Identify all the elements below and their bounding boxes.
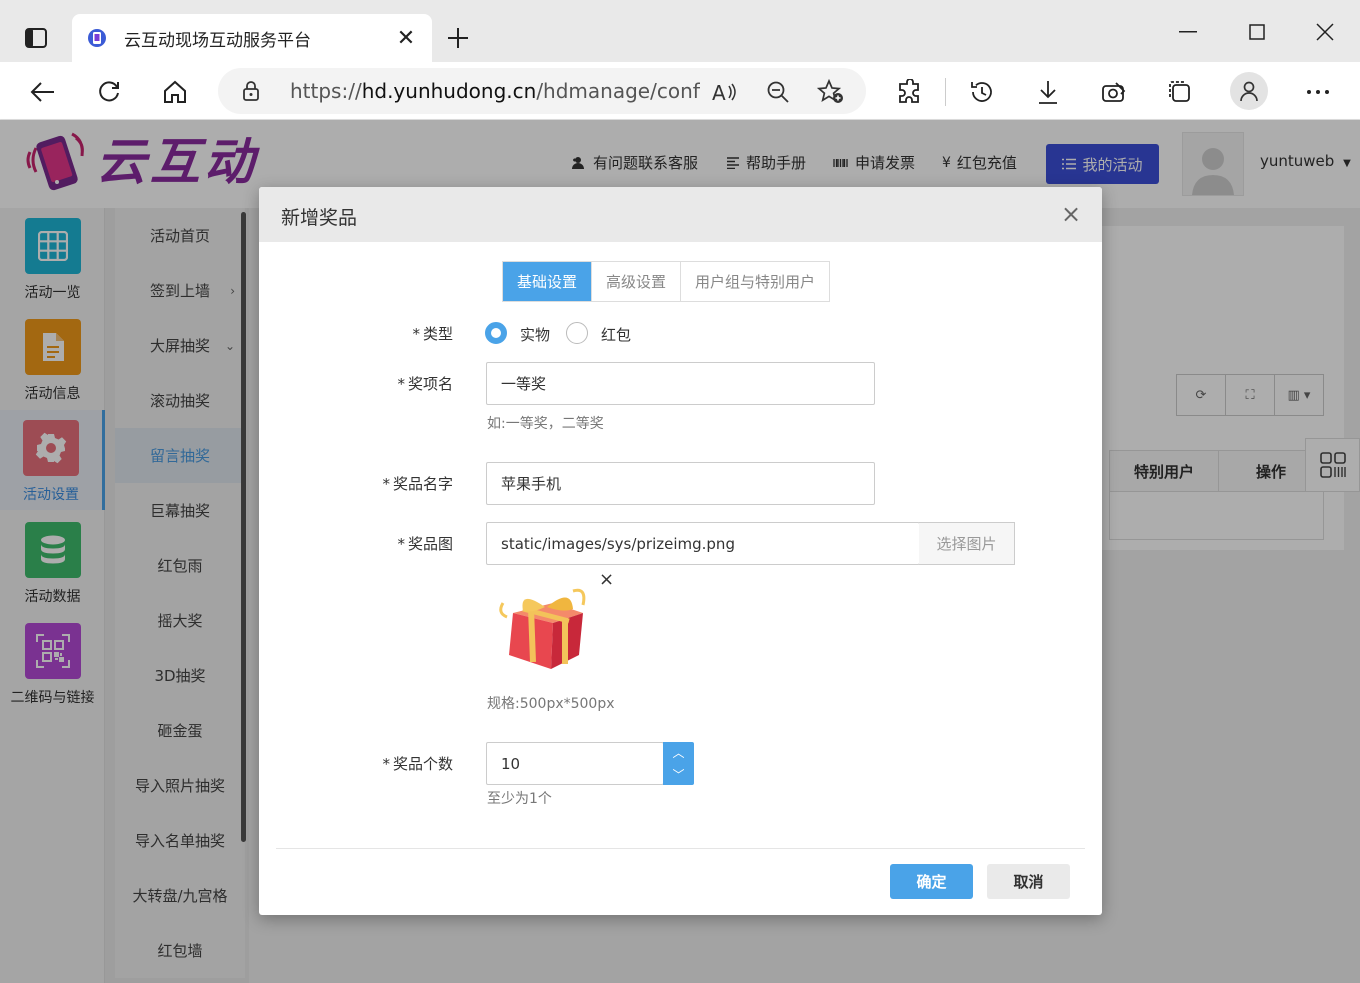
dialog-divider: [276, 848, 1085, 849]
prize-name-value: 苹果手机: [501, 475, 562, 493]
screenshot-icon[interactable]: [1094, 72, 1134, 112]
remove-image-icon[interactable]: ×: [599, 569, 614, 590]
dialog-header: 新增奖品 ×: [259, 187, 1102, 242]
dialog-tabs: 基础设置 高级设置 用户组与特别用户: [502, 261, 831, 302]
award-name-input[interactable]: 一等奖: [486, 362, 875, 405]
prize-count-value: 10: [501, 754, 521, 773]
favorite-add-icon[interactable]: [816, 77, 846, 107]
tab-close-icon[interactable]: ✕: [394, 26, 418, 51]
zoom-out-icon[interactable]: [763, 77, 793, 107]
prize-image-label-text: 奖品图: [407, 535, 453, 553]
tab-actions-icon[interactable]: [18, 20, 54, 56]
gift-image: [499, 588, 586, 669]
close-window-icon[interactable]: [1305, 12, 1345, 52]
quantity-stepper: ︿ ﹀: [663, 742, 694, 785]
prize-name-label-text: 奖品名字: [392, 475, 453, 493]
add-prize-dialog: 新增奖品 × 基础设置 高级设置 用户组与特别用户 * 类型 实物 红包 * 奖项名…: [259, 187, 1102, 915]
url-path: /hdmanage/confi...: [536, 79, 700, 103]
toolbar-separator: [945, 78, 946, 106]
tab-title: 云互动现场互动服务平台: [124, 30, 311, 51]
type-label: * 类型: [412, 325, 453, 343]
type-redpacket-label[interactable]: 红包: [601, 324, 631, 345]
more-menu-icon[interactable]: [1298, 72, 1338, 112]
award-name-value: 一等奖: [501, 375, 547, 393]
prize-name-label: * 奖品名字: [382, 475, 453, 493]
download-icon[interactable]: [1028, 72, 1068, 112]
type-physical-radio[interactable]: [485, 322, 507, 344]
site-favicon-icon: [88, 29, 106, 47]
award-name-label-text: 奖项名: [407, 375, 453, 393]
browser-tabbar: 云互动现场互动服务平台 ✕: [0, 0, 1360, 62]
close-icon[interactable]: ×: [1058, 200, 1084, 228]
collections-icon[interactable]: [1160, 72, 1200, 112]
award-name-hint: 如:一等奖，二等奖: [487, 416, 604, 432]
prize-image-input[interactable]: static/images/sys/prizeimg.png: [486, 522, 920, 565]
home-icon[interactable]: [155, 72, 195, 112]
type-label-text: 类型: [422, 325, 453, 343]
url-prefix: https://: [290, 79, 362, 103]
prize-count-hint: 至少为1个: [487, 791, 552, 807]
stepper-down-icon[interactable]: ﹀: [672, 766, 684, 783]
prize-image-value: static/images/sys/prizeimg.png: [501, 534, 735, 553]
confirm-button[interactable]: 确定: [890, 864, 973, 899]
address-bar[interactable]: https://hd.yunhudong.cn/hdmanage/confi..…: [218, 68, 866, 114]
maximize-icon[interactable]: [1237, 12, 1277, 52]
image-spec-hint: 规格:500px*500px: [487, 696, 615, 712]
tab-advanced-settings[interactable]: 高级设置: [592, 262, 682, 301]
new-tab-icon[interactable]: [440, 20, 476, 56]
svg-text:A: A: [712, 81, 726, 103]
history-icon[interactable]: [962, 72, 1002, 112]
prize-count-label: * 奖品个数: [382, 755, 453, 773]
profile-icon[interactable]: [1230, 72, 1268, 110]
url-host: hd.yunhudong.cn: [361, 79, 537, 103]
choose-image-button[interactable]: 选择图片: [919, 522, 1015, 565]
award-name-label: * 奖项名: [397, 375, 453, 393]
type-redpacket-radio[interactable]: [566, 322, 588, 344]
tab-basic-settings[interactable]: 基础设置: [503, 262, 593, 301]
prize-name-input[interactable]: 苹果手机: [486, 462, 875, 505]
cancel-button[interactable]: 取消: [987, 864, 1070, 899]
browser-toolbar: https://hd.yunhudong.cn/hdmanage/confi..…: [0, 62, 1360, 120]
minimize-icon[interactable]: [1168, 12, 1208, 52]
extensions-icon[interactable]: [890, 72, 930, 112]
dialog-title: 新增奖品: [281, 207, 358, 229]
lock-icon[interactable]: [238, 78, 264, 104]
refresh-icon[interactable]: [89, 72, 129, 112]
browser-tab[interactable]: 云互动现场互动服务平台 ✕: [72, 14, 432, 62]
prize-count-input[interactable]: 10: [486, 742, 664, 785]
tab-user-groups[interactable]: 用户组与特别用户: [681, 262, 830, 301]
stepper-up-icon[interactable]: ︿: [672, 744, 684, 761]
back-icon[interactable]: [22, 72, 62, 112]
prize-image-label: * 奖品图: [397, 535, 453, 553]
url-text: https://hd.yunhudong.cn/hdmanage/confi..…: [290, 79, 700, 103]
read-aloud-icon[interactable]: A: [710, 77, 740, 107]
type-physical-label[interactable]: 实物: [520, 324, 550, 345]
prize-count-label-text: 奖品个数: [392, 755, 453, 773]
